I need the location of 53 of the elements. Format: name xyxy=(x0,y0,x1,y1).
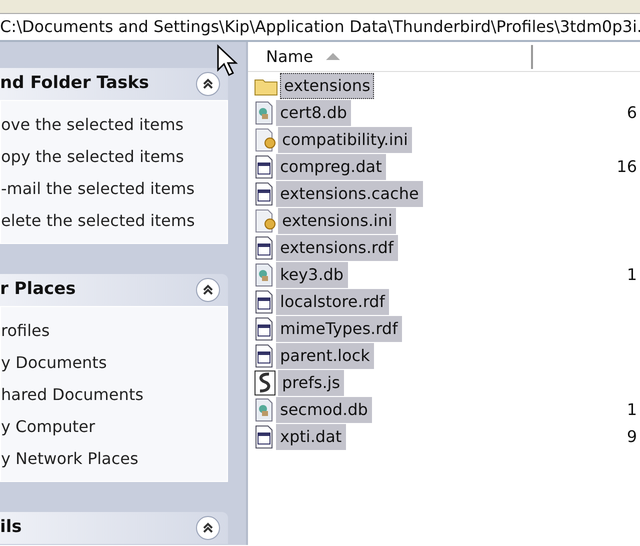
file-name[interactable]: secmod.db xyxy=(276,396,372,422)
application-file-icon xyxy=(254,424,274,448)
file-name[interactable]: compatibility.ini xyxy=(278,126,412,152)
task-link[interactable]: hared Documents xyxy=(1,379,227,411)
task-link[interactable]: elete the selected items xyxy=(1,205,227,237)
file-size: 16 xyxy=(616,156,637,178)
task-link[interactable]: y Computer xyxy=(1,411,227,443)
panel-title: ils xyxy=(0,516,22,540)
task-link[interactable]: -mail the selected items xyxy=(1,173,227,205)
file-size: 1 xyxy=(626,264,637,286)
file-size: 9 xyxy=(626,426,637,448)
file-name[interactable]: localstore.rdf xyxy=(276,288,389,314)
file-name[interactable]: extensions.rdf xyxy=(276,234,398,260)
application-file-icon xyxy=(254,290,274,314)
script-file-icon xyxy=(254,370,276,396)
column-header[interactable]: Name xyxy=(248,44,533,68)
file-name[interactable]: key3.db xyxy=(276,262,348,288)
file-name[interactable]: extensions.cache xyxy=(276,180,423,206)
file-name[interactable]: extensions xyxy=(280,72,374,98)
file-name[interactable]: xpti.dat xyxy=(276,424,346,450)
chevrons-up-icon xyxy=(202,78,214,90)
database-file-icon xyxy=(254,100,274,124)
settings-file-icon xyxy=(254,128,276,152)
application-file-icon xyxy=(254,316,274,340)
collapse-button[interactable] xyxy=(196,516,220,540)
file-name[interactable]: prefs.js xyxy=(278,370,344,396)
application-file-icon xyxy=(254,344,274,368)
file-size: 6 xyxy=(626,102,637,124)
collapse-button[interactable] xyxy=(196,72,220,96)
database-file-icon xyxy=(254,398,274,422)
task-link[interactable]: y Network Places xyxy=(1,443,227,475)
address-path[interactable]: C:\Documents and Settings\Kip\Application Data\Thunderbird\Profiles\3tdm0p3i. xyxy=(0,15,640,39)
database-file-icon xyxy=(254,262,274,286)
application-file-icon xyxy=(254,236,274,260)
application-file-icon xyxy=(254,154,274,178)
collapse-button[interactable] xyxy=(196,278,220,302)
file-size: 1 xyxy=(626,398,637,420)
file-name[interactable]: mimeTypes.rdf xyxy=(276,316,402,342)
file-name[interactable]: extensions.ini xyxy=(278,208,396,234)
panel-title: r Places xyxy=(0,278,76,302)
chevrons-up-icon xyxy=(202,522,214,534)
application-file-icon xyxy=(254,182,274,206)
task-link[interactable]: ove the selected items xyxy=(1,109,227,141)
chevrons-up-icon xyxy=(202,284,214,296)
task-link[interactable]: y Documents xyxy=(1,347,227,379)
mouse-cursor-icon xyxy=(216,44,240,78)
settings-file-icon xyxy=(254,208,276,232)
file-name[interactable]: compreg.dat xyxy=(276,154,386,180)
file-name[interactable]: parent.lock xyxy=(276,342,374,368)
file-name[interactable]: cert8.db xyxy=(276,100,352,126)
task-link[interactable]: rofiles xyxy=(1,315,227,347)
panel-title: nd Folder Tasks xyxy=(0,72,150,96)
task-link[interactable]: opy the selected items xyxy=(1,141,227,173)
